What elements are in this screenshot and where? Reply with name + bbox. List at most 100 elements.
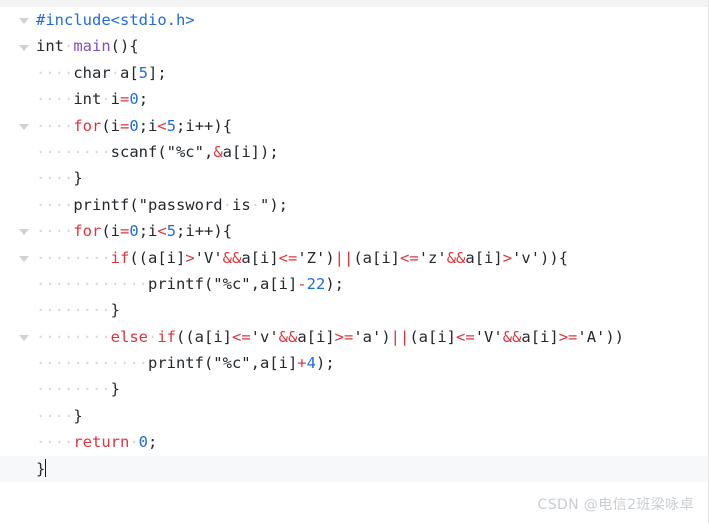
code-line[interactable]: ········} xyxy=(0,297,708,323)
code-line[interactable]: ····printf("password·is·"); xyxy=(0,192,708,218)
code-line[interactable]: ············printf("%c",a[i]+4); xyxy=(0,350,708,376)
code-token: ···· xyxy=(36,406,74,425)
code-token: · xyxy=(64,37,74,56)
code-token: ········ xyxy=(36,380,111,399)
code-token: a[i] xyxy=(297,327,335,346)
code-token: · xyxy=(110,63,120,82)
code-token: ((a[i] xyxy=(176,327,232,346)
code-token: } xyxy=(73,169,83,188)
code-token: ;i xyxy=(138,222,158,241)
code-token: a[i] xyxy=(465,248,503,267)
code-token: ············ xyxy=(36,274,148,293)
code-editor[interactable]: #include<stdio.h> int·main(){····char·a[5… xyxy=(0,0,709,523)
code-token: a[i]); xyxy=(222,142,279,161)
code-token: 22 xyxy=(306,274,326,293)
code-token: (i xyxy=(101,116,120,135)
code-token: ); xyxy=(315,354,335,373)
code-token: - xyxy=(297,274,307,293)
code-token: >= xyxy=(334,327,354,346)
code-token: scanf("%c", xyxy=(110,142,214,161)
code-token: int xyxy=(36,37,64,56)
code-line[interactable]: ············printf("%c",a[i]-22); xyxy=(0,271,708,297)
code-lines-container[interactable]: #include<stdio.h> int·main(){····char·a[5… xyxy=(0,7,708,483)
code-token: 'V' xyxy=(194,248,223,267)
code-token: ; xyxy=(138,90,149,109)
code-line[interactable]: ····} xyxy=(0,165,708,191)
code-line[interactable]: } xyxy=(0,455,708,483)
code-token: } xyxy=(110,380,120,399)
fold-arrow-icon[interactable] xyxy=(19,44,29,51)
code-token: ···· xyxy=(36,116,74,135)
code-token: ············ xyxy=(36,354,148,373)
code-line[interactable]: ····} xyxy=(0,403,708,429)
code-token: 5 xyxy=(166,116,177,135)
code-token: a[i] xyxy=(521,327,559,346)
code-line[interactable]: ····for(i=0;i<5;i++){ xyxy=(0,218,708,244)
fold-arrow-icon[interactable] xyxy=(19,229,29,236)
fold-arrow-icon[interactable] xyxy=(19,255,29,262)
code-token: && xyxy=(502,327,522,346)
code-line[interactable]: ····for(i=0;i<5;i++){ xyxy=(0,113,708,139)
code-token: (a[i] xyxy=(353,248,401,267)
code-token: } xyxy=(110,301,120,320)
fold-arrow-icon[interactable] xyxy=(19,123,29,130)
code-token: <= xyxy=(278,248,298,267)
code-token: 'A')) xyxy=(577,327,625,346)
code-token: ···· xyxy=(36,63,74,82)
code-line[interactable]: ········scanf("%c",&a[i]); xyxy=(0,139,708,165)
code-token: else xyxy=(110,327,148,346)
code-token: (a[i] xyxy=(409,327,457,346)
code-token: ;i++){ xyxy=(176,222,233,241)
csdn-watermark: CSDN @电信2班梁咏卓 xyxy=(537,497,694,513)
code-token: ········ xyxy=(36,248,111,267)
code-token: for xyxy=(73,222,102,241)
code-token: + xyxy=(297,354,307,373)
code-token: ((a[i] xyxy=(129,248,186,267)
code-token: · xyxy=(250,195,260,214)
code-token: <= xyxy=(400,248,419,267)
code-token: ;i++){ xyxy=(176,116,233,135)
code-token: < xyxy=(157,222,167,241)
code-token: ········ xyxy=(36,142,111,161)
code-token: printf("%c",a[i] xyxy=(147,354,298,373)
code-token: ); xyxy=(325,274,344,293)
code-token: <= xyxy=(232,327,251,346)
code-token: } xyxy=(36,459,46,478)
fold-arrow-icon[interactable] xyxy=(19,18,29,25)
fold-arrow-icon[interactable] xyxy=(19,334,29,341)
code-line[interactable]: ········} xyxy=(0,376,708,402)
code-line[interactable]: ····int·i=0; xyxy=(0,86,708,112)
code-line[interactable]: ····return·0; xyxy=(0,429,708,455)
code-token: && xyxy=(222,248,242,267)
code-token: #include<stdio.h> xyxy=(36,11,195,29)
code-line[interactable]: int·main(){ xyxy=(0,33,708,59)
code-token: = xyxy=(120,222,130,241)
code-token: · xyxy=(129,433,139,452)
code-line[interactable]: ········if((a[i]>'V'&&a[i]<='Z')||(a[i]<… xyxy=(0,245,708,271)
code-token: ]; xyxy=(148,63,167,82)
code-token: >= xyxy=(558,327,578,346)
code-token: ; xyxy=(148,433,158,452)
code-token: 0 xyxy=(138,433,149,452)
code-token: && xyxy=(278,327,298,346)
code-token: ········ xyxy=(36,301,111,320)
code-line[interactable]: #include<stdio.h> xyxy=(0,7,708,33)
code-token: · xyxy=(147,327,158,346)
code-token: 'V' xyxy=(474,327,503,346)
code-token: ···· xyxy=(36,195,74,214)
code-token: > xyxy=(502,248,513,267)
code-token: printf("password xyxy=(73,195,223,214)
code-token: 5 xyxy=(166,222,177,241)
code-token: char xyxy=(73,63,111,82)
code-token: || xyxy=(334,248,354,267)
code-line[interactable]: ········else·if((a[i]<='v'&&a[i]>='a')||… xyxy=(0,324,708,350)
code-token: main xyxy=(73,37,111,56)
code-token: = xyxy=(120,90,130,109)
code-token: ········ xyxy=(36,327,111,346)
code-line[interactable]: ····char·a[5]; xyxy=(0,60,708,86)
editor-top-band xyxy=(0,0,708,7)
code-token: & xyxy=(213,142,223,161)
code-token: > xyxy=(185,248,195,267)
code-token: (i xyxy=(101,222,120,241)
code-token: int xyxy=(73,90,102,109)
